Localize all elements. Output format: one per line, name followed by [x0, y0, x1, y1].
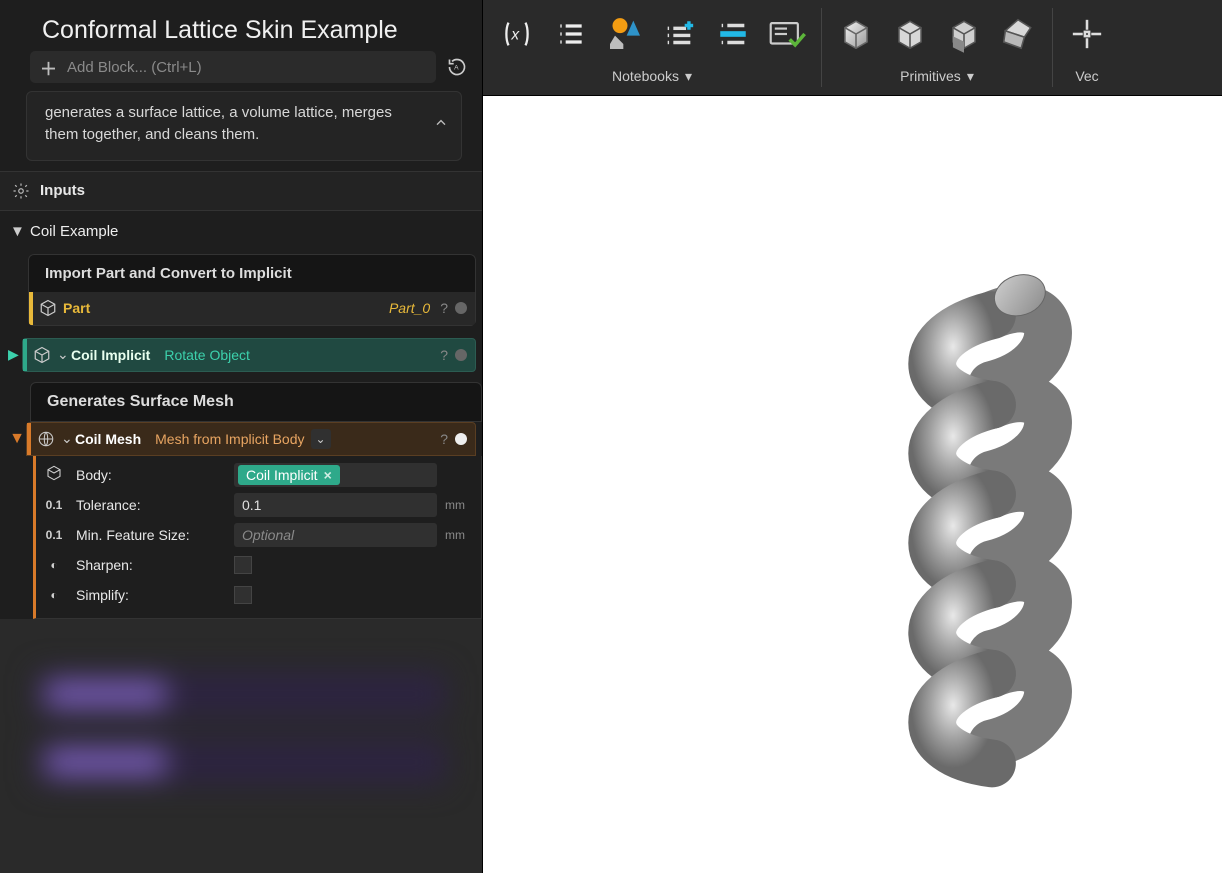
contrast-icon: ◐ — [40, 588, 68, 602]
section-label: Coil Example — [30, 223, 118, 240]
coil-mesh-row[interactable]: ⌄ Coil Mesh Mesh from Implicit Body ⌄ ? — [26, 422, 476, 456]
help-icon[interactable]: ? — [440, 347, 448, 363]
unit-label: mm — [445, 498, 473, 512]
cube-front-button[interactable] — [944, 14, 984, 54]
surface-mesh-block: Generates Surface Mesh — [30, 382, 482, 422]
param-label: Simplify: — [76, 587, 226, 603]
simplify-checkbox[interactable] — [234, 586, 252, 604]
collapse-caret-icon[interactable] — [433, 114, 449, 137]
chevron-down-icon[interactable]: ⌄ — [57, 346, 71, 363]
primitives-group-label[interactable]: Primitives ▾ — [900, 64, 974, 88]
coil-mesh-name: Coil Mesh — [75, 431, 141, 447]
coil-implicit-name: Coil Implicit — [71, 347, 150, 363]
add-block-row: ＋ Add Block... (Ctrl+L) A — [0, 51, 482, 91]
part-value: Part_0 — [389, 300, 430, 316]
svg-text:A: A — [454, 65, 459, 72]
implicit-icon — [27, 346, 57, 364]
crosshair-button[interactable] — [1067, 14, 1107, 54]
body-icon — [40, 465, 68, 484]
list-add-button[interactable] — [659, 14, 699, 54]
primitives-label-text: Primitives — [900, 68, 961, 84]
left-sidebar: Conformal Lattice Skin Example ＋ Add Blo… — [0, 0, 483, 873]
contrast-icon: ◐ — [40, 558, 68, 572]
toolbar-separator — [1052, 8, 1053, 87]
part-icon — [33, 299, 63, 317]
description-text: generates a surface lattice, a volume la… — [45, 104, 392, 143]
param-label: Tolerance: — [76, 497, 226, 513]
description-box: generates a surface lattice, a volume la… — [26, 91, 462, 161]
vec-group-label[interactable]: Vec — [1075, 64, 1098, 88]
coil-mesh-params: Body: Coil Implicit × 0.1 Tolerance: mm … — [33, 456, 482, 619]
toolbar-primitives-group: Primitives ▾ — [828, 0, 1046, 95]
coil-implicit-type: Rotate Object — [164, 347, 250, 363]
min-feature-icon: 0.1 — [40, 528, 68, 542]
toolbar-separator — [821, 8, 822, 87]
inputs-label: Inputs — [40, 182, 85, 199]
chevron-down-icon: ▾ — [685, 68, 692, 85]
notebooks-label-text: Notebooks — [612, 68, 679, 84]
toolbar-notebooks-group: x — [489, 0, 815, 95]
add-block-input[interactable]: ＋ Add Block... (Ctrl+L) — [30, 51, 436, 83]
coil-implicit-row[interactable]: ⌄ Coil Implicit Rotate Object ? — [22, 338, 476, 372]
viewport-3d[interactable] — [483, 96, 1222, 873]
coil-mesh-render — [932, 268, 1050, 763]
plus-icon: ＋ — [40, 55, 57, 80]
notebooks-group-label[interactable]: Notebooks ▾ — [612, 64, 692, 88]
param-tolerance: 0.1 Tolerance: mm — [40, 490, 473, 520]
part-row[interactable]: Part Part_0 ? — [28, 292, 476, 326]
blurred-content — [0, 619, 482, 873]
visibility-dot[interactable] — [455, 349, 467, 361]
sharpen-checkbox[interactable] — [234, 556, 252, 574]
caret-right-icon[interactable]: ▶ — [8, 346, 22, 363]
param-label: Sharpen: — [76, 557, 226, 573]
add-block-placeholder: Add Block... (Ctrl+L) — [67, 59, 202, 76]
part-name: Part — [63, 300, 90, 316]
gear-icon — [12, 182, 30, 200]
toolbar-vec-group: Vec — [1059, 0, 1115, 95]
cube-rotate-button[interactable] — [998, 14, 1038, 54]
triangle-down-icon: ▼ — [10, 223, 22, 240]
cube-wire-button[interactable] — [890, 14, 930, 54]
right-pane: x — [483, 0, 1222, 873]
param-sharpen: ◐ Sharpen: — [40, 550, 473, 580]
section-coil-example[interactable]: ▼ Coil Example — [0, 211, 482, 248]
help-icon[interactable]: ? — [440, 300, 448, 316]
param-label: Min. Feature Size: — [76, 527, 226, 543]
param-min-feature: 0.1 Min. Feature Size: mm — [40, 520, 473, 550]
type-dropdown-icon[interactable]: ⌄ — [311, 429, 331, 449]
tolerance-input[interactable] — [234, 493, 437, 517]
remove-pill-icon[interactable]: × — [324, 467, 332, 483]
triangle-down-icon[interactable]: ▼ — [8, 430, 26, 448]
surface-mesh-header[interactable]: Generates Surface Mesh — [30, 382, 482, 422]
chevron-down-icon: ▾ — [967, 68, 974, 85]
import-block: Import Part and Convert to Implicit Part… — [28, 254, 476, 326]
param-simplify: ◐ Simplify: — [40, 580, 473, 610]
chevron-down-icon[interactable]: ⌄ — [61, 430, 75, 447]
visibility-dot[interactable] — [455, 302, 467, 314]
help-icon[interactable]: ? — [440, 431, 448, 447]
param-label: Body: — [76, 467, 226, 483]
panel-title: Conformal Lattice Skin Example — [0, 0, 482, 51]
checklist-button[interactable] — [767, 14, 807, 54]
toolbar: x — [483, 0, 1222, 96]
svg-text:x: x — [510, 27, 520, 44]
auto-refresh-icon[interactable]: A — [446, 56, 468, 78]
vec-label-text: Vec — [1075, 68, 1098, 84]
mesh-icon — [31, 430, 61, 448]
inputs-header[interactable]: Inputs — [0, 171, 482, 211]
unit-label: mm — [445, 528, 473, 542]
primitives-shapes-button[interactable] — [605, 14, 645, 54]
param-body: Body: Coil Implicit × — [40, 460, 473, 490]
list-button[interactable] — [551, 14, 591, 54]
coil-mesh-type: Mesh from Implicit Body — [155, 431, 304, 447]
import-block-header[interactable]: Import Part and Convert to Implicit — [28, 254, 476, 292]
visibility-dot[interactable] — [455, 433, 467, 445]
list-highlight-button[interactable] — [713, 14, 753, 54]
cube-solid-button[interactable] — [836, 14, 876, 54]
variable-button[interactable]: x — [497, 14, 537, 54]
body-value-text: Coil Implicit — [246, 467, 318, 483]
body-value-pill[interactable]: Coil Implicit × — [238, 465, 340, 485]
tolerance-icon: 0.1 — [40, 498, 68, 512]
min-feature-input[interactable] — [234, 523, 437, 547]
